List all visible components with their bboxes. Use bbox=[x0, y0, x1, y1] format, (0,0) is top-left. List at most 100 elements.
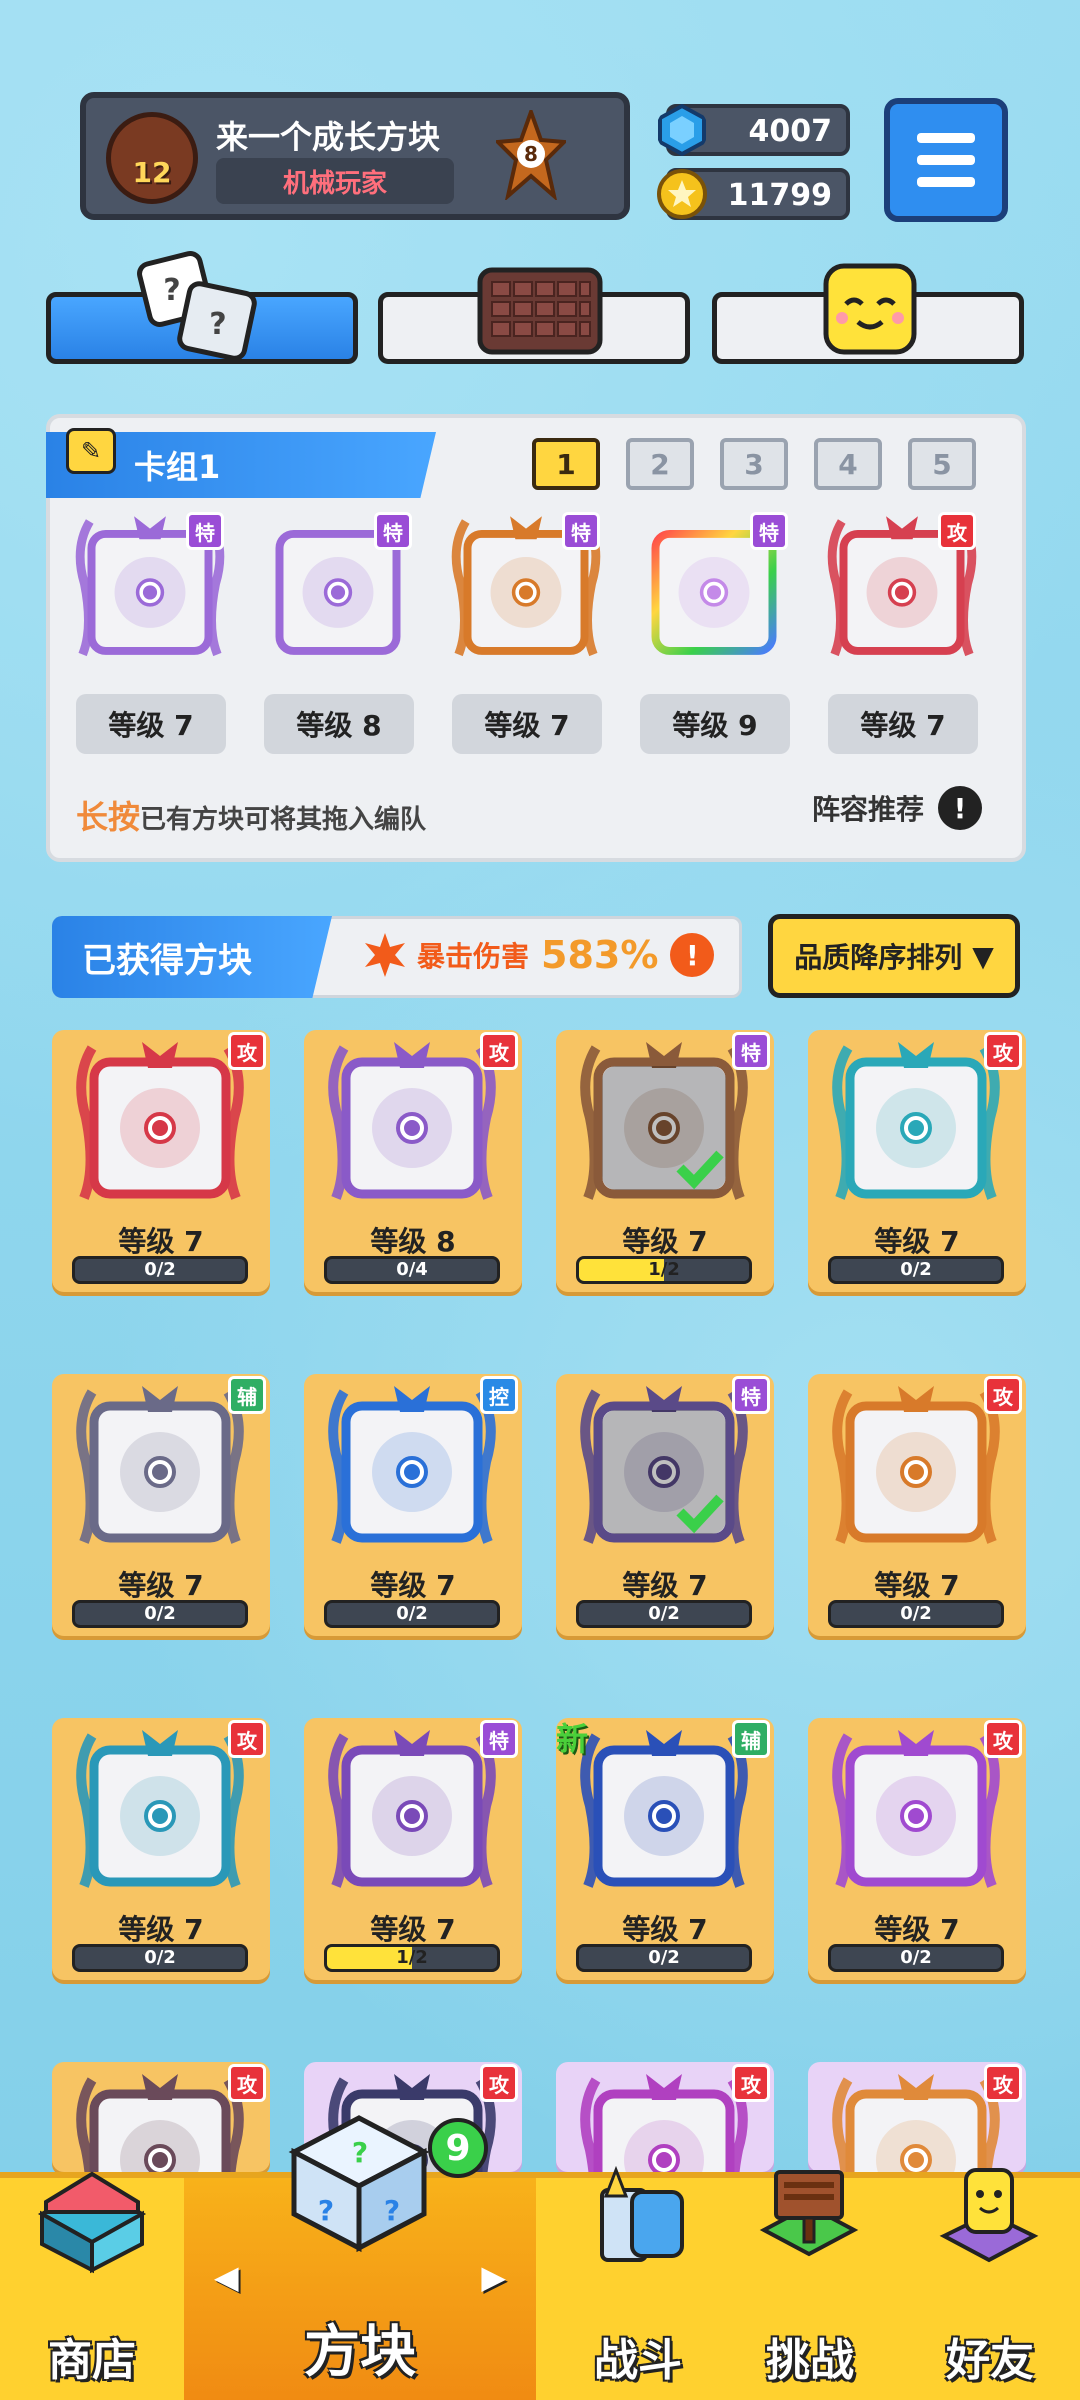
dice-art bbox=[76, 1730, 244, 1888]
player-title: 机械玩家 bbox=[216, 158, 454, 204]
dice-art bbox=[328, 1386, 496, 1544]
menu-bar-icon bbox=[917, 155, 975, 165]
svg-text:?: ? bbox=[318, 2194, 334, 2227]
progress-text: 0/2 bbox=[648, 1603, 680, 1624]
dice-type-tag: 攻 bbox=[984, 1032, 1022, 1070]
edit-pencil-icon[interactable]: ✎ bbox=[66, 428, 116, 474]
dice-card[interactable]: 攻等级 7 0/2 bbox=[52, 1030, 270, 1292]
progress-text: 0/2 bbox=[396, 1603, 428, 1624]
nav-battle[interactable]: 战斗 bbox=[546, 2165, 730, 2400]
dice-card[interactable]: 攻 bbox=[52, 2062, 270, 2172]
upgrade-progress-bar: 0/2 bbox=[324, 1600, 500, 1628]
nav-friends[interactable]: 好友 bbox=[900, 2168, 1080, 2400]
progress-text: 0/2 bbox=[900, 1259, 932, 1280]
deck-card-tag: 特 bbox=[374, 512, 412, 550]
deck-card-tag: 特 bbox=[562, 512, 600, 550]
crit-value: 583% bbox=[541, 933, 659, 977]
deck-page-2[interactable]: 2 bbox=[626, 438, 694, 490]
sort-dropdown[interactable]: 品质降序排列 ▼ bbox=[768, 914, 1020, 998]
progress-text: 0/2 bbox=[144, 1603, 176, 1624]
dice-type-tag: 控 bbox=[480, 1376, 518, 1414]
dice-card[interactable]: 特等级 7 0/2 bbox=[556, 1374, 774, 1636]
dice-level: 等级 7 bbox=[118, 1225, 204, 1258]
crit-label: 暴击伤害 bbox=[417, 940, 530, 973]
dice-card[interactable]: 特等级 7 1/2 bbox=[556, 1030, 774, 1292]
nav-shop[interactable]: 商店 bbox=[0, 2171, 184, 2400]
deck-panel: 卡组1 ✎ 长按已有方块可将其拖入编队 阵容推荐 ! 12345 特等级 7 特… bbox=[46, 414, 1026, 862]
player-profile[interactable]: 12 来一个成长方块 机械玩家 8 bbox=[80, 92, 630, 220]
dice-card[interactable]: 攻 bbox=[556, 2062, 774, 2172]
recommend-label: 阵容推荐 bbox=[811, 793, 924, 826]
coin-counter[interactable]: 11799 bbox=[657, 168, 850, 220]
upgrade-progress-bar: 1/2 bbox=[576, 1256, 752, 1284]
upgrade-progress-bar: 0/2 bbox=[72, 1256, 248, 1284]
dice-level: 等级 7 bbox=[874, 1569, 960, 1602]
progress-text: 1/2 bbox=[396, 1947, 428, 1968]
dice-type-tag: 辅 bbox=[732, 1720, 770, 1758]
lineup-recommend-button[interactable]: 阵容推荐 ! bbox=[812, 786, 982, 830]
dice-card[interactable]: 攻 bbox=[808, 2062, 1026, 2172]
dice-level: 等级 7 bbox=[874, 1913, 960, 1946]
dice-type-tag: 辅 bbox=[228, 1376, 266, 1414]
gem-icon bbox=[658, 104, 706, 156]
dice-art bbox=[328, 1042, 496, 1200]
player-name: 来一个成长方块 bbox=[216, 118, 441, 156]
upgrade-progress-bar: 0/2 bbox=[828, 1944, 1004, 1972]
deck-page-4[interactable]: 4 bbox=[814, 438, 882, 490]
dice-type-tag: 攻 bbox=[984, 1720, 1022, 1758]
deck-card-level: 等级 7 bbox=[828, 694, 978, 754]
deck-card-level: 等级 7 bbox=[76, 694, 226, 754]
crit-damage[interactable]: 暴击伤害 583% ! bbox=[365, 933, 715, 977]
menu-button[interactable] bbox=[884, 98, 1008, 222]
deck-page-5[interactable]: 5 bbox=[908, 438, 976, 490]
dice-card[interactable]: 攻等级 7 0/2 bbox=[52, 1718, 270, 1980]
upgrade-progress-bar: 0/4 bbox=[324, 1256, 500, 1284]
dice-card[interactable]: 控等级 7 0/2 bbox=[304, 1374, 522, 1636]
deck-title-text: 卡组1 bbox=[134, 448, 221, 486]
dice-type-tag: 攻 bbox=[228, 2064, 266, 2102]
dice-card[interactable]: 辅 新等级 7 0/2 bbox=[556, 1718, 774, 1980]
dice-icon: ? ? bbox=[137, 251, 257, 361]
dice-art bbox=[832, 1386, 1000, 1544]
dice-level: 等级 7 bbox=[622, 1569, 708, 1602]
nav-challenge[interactable]: 挑战 bbox=[720, 2170, 900, 2400]
svg-text:?: ? bbox=[209, 307, 226, 342]
progress-text: 0/2 bbox=[144, 1947, 176, 1968]
progress-text: 0/2 bbox=[900, 1603, 932, 1624]
upgrade-progress-bar: 0/2 bbox=[576, 1600, 752, 1628]
upgrade-progress-bar: 0/2 bbox=[72, 1944, 248, 1972]
gem-counter[interactable]: 4007 bbox=[658, 104, 850, 156]
rank-star-icon: 8 bbox=[496, 110, 566, 200]
progress-text: 1/2 bbox=[648, 1259, 680, 1280]
shop-icon bbox=[37, 2171, 147, 2274]
svg-text:?: ? bbox=[163, 273, 180, 308]
nav-battle-label: 战斗 bbox=[594, 2335, 682, 2386]
dice-art bbox=[76, 2074, 244, 2172]
deck-card-level: 等级 7 bbox=[452, 694, 602, 754]
dice-card[interactable]: 特等级 7 1/2 bbox=[304, 1718, 522, 1980]
dice-art bbox=[832, 1730, 1000, 1888]
dice-card[interactable]: 攻等级 7 0/2 bbox=[808, 1718, 1026, 1980]
deck-page-1[interactable]: 1 bbox=[532, 438, 600, 490]
player-level-badge: 12 bbox=[106, 112, 198, 204]
next-arrow-icon[interactable]: ▶ bbox=[481, 2258, 506, 2296]
nav-shop-label: 商店 bbox=[48, 2335, 136, 2386]
nav-dice[interactable]: ? ? ? 9 ◀ ▶ 方块 bbox=[184, 2115, 536, 2400]
nav-friends-label: 好友 bbox=[946, 2335, 1034, 2386]
prev-arrow-icon[interactable]: ◀ bbox=[214, 2258, 239, 2296]
upgrade-progress-bar: 0/2 bbox=[576, 1944, 752, 1972]
dice-art bbox=[580, 1042, 748, 1200]
menu-bar-icon bbox=[917, 133, 975, 143]
gem-count: 4007 bbox=[748, 114, 833, 149]
dice-art bbox=[580, 1386, 748, 1544]
dice-card[interactable]: 攻等级 7 0/2 bbox=[808, 1030, 1026, 1292]
nav-dice-label: 方块 bbox=[304, 2320, 416, 2385]
dice-card[interactable]: 攻等级 8 0/4 bbox=[304, 1030, 522, 1292]
svg-text:?: ? bbox=[384, 2194, 400, 2227]
challenge-sign-icon bbox=[759, 2170, 859, 2257]
dice-level: 等级 7 bbox=[622, 1913, 708, 1946]
dice-card[interactable]: 辅等级 7 0/2 bbox=[52, 1374, 270, 1636]
dice-type-tag: 攻 bbox=[480, 1032, 518, 1070]
dice-card[interactable]: 攻等级 7 0/2 bbox=[808, 1374, 1026, 1636]
deck-page-3[interactable]: 3 bbox=[720, 438, 788, 490]
